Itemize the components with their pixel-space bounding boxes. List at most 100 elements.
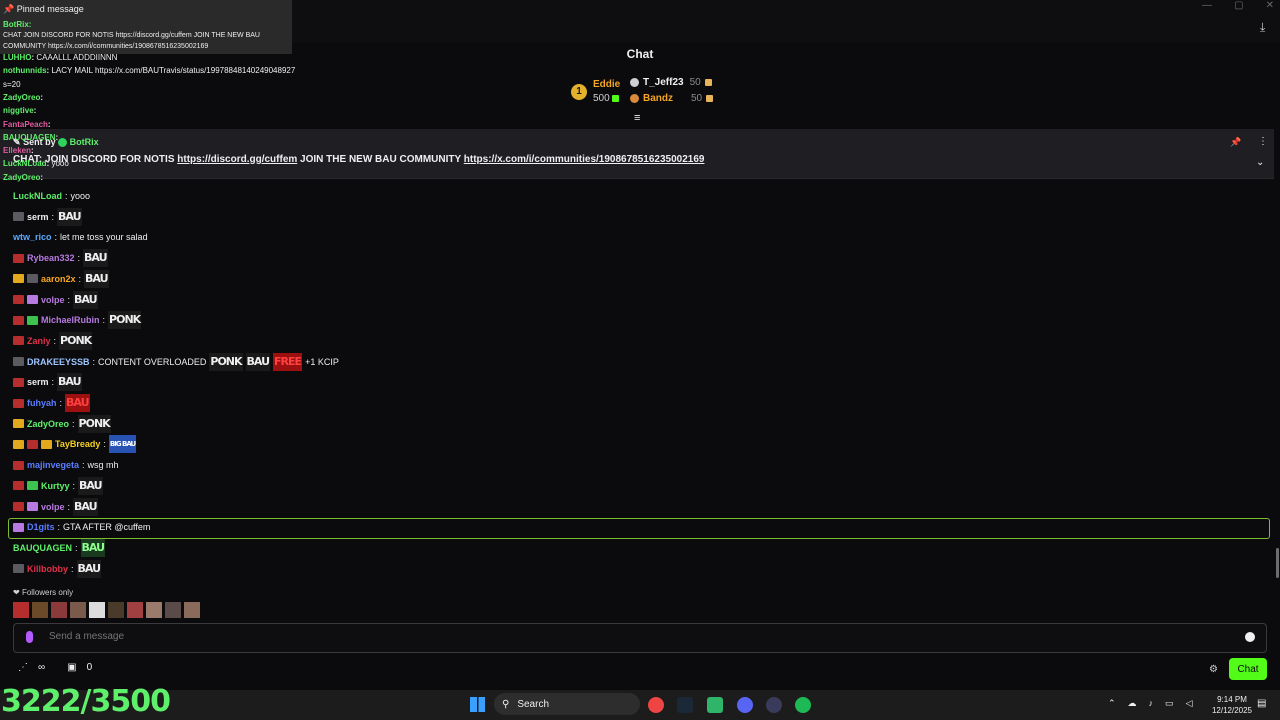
emote[interactable]: PONK [59,331,92,350]
message-input[interactable] [47,630,1231,643]
chat-username[interactable]: MichaelRubin [41,315,100,325]
emote-picker-icon[interactable] [1245,632,1255,642]
leaderboard-first[interactable]: 1 Eddie 500 [571,78,620,106]
emote[interactable]: BAU [57,373,82,392]
chat-username[interactable]: D1gits [27,522,55,532]
user-badge-icon[interactable] [27,439,38,449]
user-badge-icon[interactable] [13,439,24,449]
chat-username[interactable]: volpe [41,295,65,305]
pinned-sender-name[interactable]: BotRix [70,137,99,147]
emote[interactable]: BAU [84,269,109,288]
user-badge-icon[interactable] [13,481,24,491]
user-badge-icon[interactable] [13,274,24,284]
minimize-icon[interactable]: — [1202,0,1212,11]
chat-username[interactable]: Zaniy [27,336,51,346]
chat-username[interactable]: serm [27,377,49,387]
leaderboard-second[interactable]: T_Jeff23 50 [630,77,712,88]
chat-username[interactable]: wtw_rico [13,232,52,242]
notification-icon[interactable]: ▤ [1257,698,1266,709]
app-icon[interactable] [766,697,782,713]
user-badge-icon[interactable] [13,377,24,387]
user-badge-icon[interactable] [13,522,24,532]
microphone-icon[interactable] [26,631,33,643]
user-badge-icon[interactable] [13,212,24,222]
close-icon[interactable]: ✕ [1266,0,1274,11]
user-badge-icon[interactable] [13,253,24,263]
emote[interactable]: BAU [73,290,98,309]
avatar[interactable] [89,602,105,618]
user-badge-icon[interactable] [13,460,24,470]
avatar[interactable] [127,602,143,618]
scrollbar[interactable] [1276,548,1279,578]
user-badge-icon[interactable] [13,315,24,325]
user-badge-icon[interactable] [13,564,24,574]
chrome-icon[interactable] [648,697,664,713]
chat-username[interactable]: BAUQUAGEN [13,543,72,553]
emote[interactable]: BAU [65,394,90,412]
user-badge-icon[interactable] [27,481,38,491]
chat-username[interactable]: Killbobby [27,564,68,574]
emote[interactable]: FREE [273,352,302,371]
chat-username[interactable]: Kurtyy [41,481,70,491]
steam-icon[interactable] [677,697,693,713]
chat-username[interactable]: majinvegeta [27,460,79,470]
user-badge-icon[interactable] [27,274,38,284]
chat-username[interactable]: DRAKEEYSSB [27,357,90,367]
chat-username[interactable]: ZadyOreo [27,419,69,429]
chevron-down-icon[interactable]: ⌄ [1256,157,1264,168]
user-badge-icon[interactable] [13,357,24,367]
user-badge-icon[interactable] [13,295,24,304]
maximize-icon[interactable]: ▢ [1234,0,1243,11]
user-badge-icon[interactable] [13,419,24,429]
user-badge-icon[interactable] [13,398,24,408]
avatar[interactable] [184,602,200,618]
spotify-icon[interactable] [795,697,811,713]
store-icon[interactable]: ▣ [67,662,76,673]
emote[interactable]: PONK [209,352,243,371]
chat-username[interactable]: aaron2x [41,274,76,284]
more-options-icon[interactable]: ⋮ [1258,136,1268,147]
avatar[interactable] [108,602,124,618]
chat-username[interactable]: serm [27,212,49,222]
emote[interactable]: BAU [73,497,98,516]
gear-icon[interactable]: ⚙ [1209,664,1218,675]
chat-username[interactable]: fuhyah [27,398,57,408]
taskbar-search[interactable]: ⚲ Search [494,693,640,715]
leaderboard-third[interactable]: Bandz 50 [630,93,714,104]
emote[interactable]: PONK [77,414,111,433]
infinity-icon[interactable]: ∞ [38,662,45,673]
system-tray[interactable]: ⌃ ☁ ♪ ▭ ◁ [1108,698,1192,709]
user-badge-icon[interactable] [27,295,38,304]
app-icon[interactable] [707,697,723,713]
share-icon[interactable]: ⋰ [18,662,28,673]
user-badge-icon[interactable] [27,502,38,511]
filter-icon[interactable]: ≡ [634,112,640,124]
windows-start-icon[interactable] [470,697,485,712]
user-badge-icon[interactable] [13,336,24,346]
emote[interactable]: BIG BAU [108,435,136,454]
avatar[interactable] [32,602,48,618]
avatar[interactable] [165,602,181,618]
user-badge-icon[interactable] [13,502,24,511]
chat-username[interactable]: Rybean332 [27,253,75,263]
taskbar-clock[interactable]: 9:14 PM 12/12/2025 [1212,694,1252,716]
pinned-discord-link[interactable]: https://discord.gg/cuffem [177,154,297,165]
emote[interactable]: BAU [83,249,108,268]
emote[interactable]: BAU [245,352,271,371]
avatar[interactable] [13,602,29,618]
emote[interactable]: BAU [76,559,102,578]
avatar[interactable] [51,602,67,618]
emote[interactable]: PONK [108,311,141,330]
chat-username[interactable]: TayBready [55,439,100,449]
discord-icon[interactable] [737,697,753,713]
emote[interactable]: BAU [80,538,106,557]
download-icon[interactable]: ⤓ [1260,20,1272,34]
avatar[interactable] [146,602,162,618]
chat-username[interactable]: LuckNLoad [13,191,62,201]
pin-toggle-icon[interactable]: 📌 [1230,137,1241,148]
user-badge-icon[interactable] [27,315,38,325]
avatar[interactable] [70,602,86,618]
chat-username[interactable]: volpe [41,502,65,512]
emote[interactable]: BAU [78,476,103,495]
user-badge-icon[interactable] [41,439,52,449]
